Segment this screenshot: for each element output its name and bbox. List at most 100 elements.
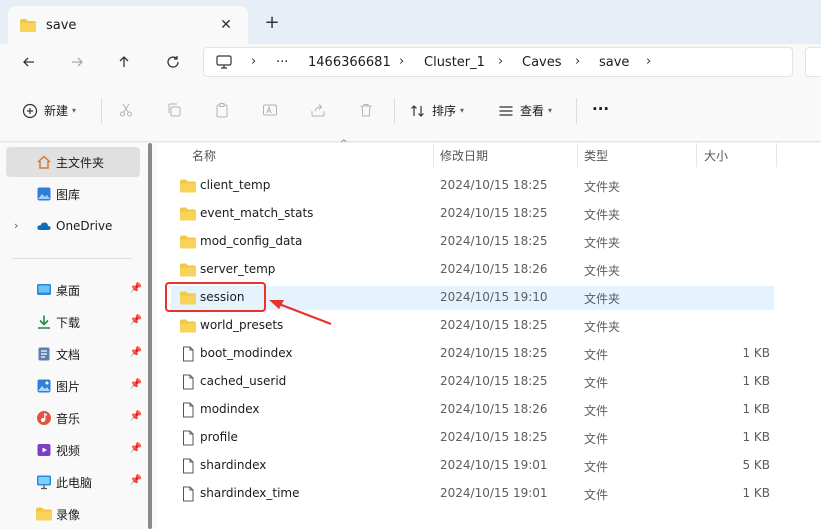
sidebar-item-label: 此电脑 <box>56 475 93 490</box>
sidebar-item-label: 图片 <box>56 379 81 394</box>
file-type: 文件 <box>584 488 609 502</box>
breadcrumb-1466366681[interactable]: 1466366681 <box>308 55 391 70</box>
column-header-size[interactable]: 大小 <box>704 143 728 167</box>
address-row: › ··· 1466366681 › Cluster_1 › Caves › s… <box>0 44 821 80</box>
sidebar-item-home[interactable]: 主文件夹 <box>6 147 140 177</box>
sidebar-item-videos[interactable]: 视频 📌 <box>6 435 142 465</box>
file-icon <box>183 374 194 390</box>
sidebar-item-recordings[interactable]: 录像 <box>6 499 140 529</box>
annotation-highlight-box <box>165 282 266 312</box>
view-button[interactable]: 查看 ▾ <box>498 102 552 119</box>
new-tab-button[interactable]: + <box>262 12 282 33</box>
column-header-type[interactable]: 类型 <box>584 143 608 167</box>
copy-button[interactable] <box>166 102 182 118</box>
up-button[interactable] <box>111 50 137 74</box>
sidebar-item-downloads[interactable]: 下载 📌 <box>6 307 142 337</box>
column-size-label: 大小 <box>704 148 729 163</box>
close-tab-icon[interactable]: ✕ <box>216 17 236 33</box>
paste-button[interactable] <box>214 102 230 118</box>
address-bar[interactable]: › ··· 1466366681 › Cluster_1 › Caves › s… <box>203 47 793 77</box>
folder-icon <box>180 235 196 249</box>
column-divider[interactable] <box>696 143 697 167</box>
sidebar-item-label: 音乐 <box>56 411 81 426</box>
search-box[interactable] <box>805 47 821 77</box>
table-row[interactable]: boot_modindex 2024/10/15 18:25 文件 1 KB <box>171 342 774 366</box>
file-size: 1 KB <box>742 402 770 416</box>
video-icon <box>37 444 51 456</box>
desktop-icon <box>37 284 51 295</box>
delete-button[interactable] <box>358 102 374 118</box>
trash-icon <box>360 104 372 117</box>
table-row[interactable]: cached_userid 2024/10/15 18:25 文件 1 KB <box>171 370 774 394</box>
breadcrumb-separator[interactable]: › <box>575 54 580 69</box>
file-size: 1 KB <box>742 374 770 388</box>
forward-button[interactable] <box>64 50 90 74</box>
file-modified: 2024/10/15 18:25 <box>440 206 548 220</box>
table-row[interactable]: server_temp 2024/10/15 18:26 文件夹 <box>171 258 774 282</box>
breadcrumb-separator[interactable]: › <box>498 54 503 69</box>
column-name-label: 名称 <box>192 148 217 163</box>
sidebar-item-gallery[interactable]: 图库 <box>6 179 140 209</box>
sidebar-item-desktop[interactable]: 桌面 📌 <box>6 275 142 305</box>
column-divider[interactable] <box>433 143 434 167</box>
file-icon <box>183 486 194 502</box>
file-size: 1 KB <box>742 346 770 360</box>
folder-icon <box>180 319 196 333</box>
column-divider[interactable] <box>577 143 578 167</box>
sidebar-item-this-pc[interactable]: 此电脑 📌 <box>6 467 142 497</box>
folder-icon <box>180 207 196 221</box>
computer-icon <box>37 475 51 490</box>
breadcrumb-cluster[interactable]: Cluster_1 <box>424 55 485 70</box>
arrow-up-icon <box>119 56 129 67</box>
column-header-name[interactable]: 名称 ^ <box>192 139 348 167</box>
cut-button[interactable] <box>118 102 134 118</box>
sort-button[interactable]: 排序 ▾ <box>410 102 464 119</box>
file-name: boot_modindex <box>200 346 293 360</box>
file-modified: 2024/10/15 18:26 <box>440 262 548 276</box>
tab-title: save <box>46 17 77 33</box>
table-row[interactable]: shardindex_time 2024/10/15 19:01 文件 1 KB <box>171 482 774 506</box>
rename-button[interactable] <box>262 102 278 118</box>
share-icon <box>311 104 325 117</box>
breadcrumb-caves[interactable]: Caves <box>522 55 562 70</box>
table-row[interactable]: mod_config_data 2024/10/15 18:25 文件夹 <box>171 230 774 254</box>
annotation-arrow-icon <box>269 300 332 326</box>
file-name: server_temp <box>200 262 276 276</box>
back-button[interactable] <box>16 50 42 74</box>
folder-icon <box>36 507 52 521</box>
table-row[interactable]: shardindex 2024/10/15 19:01 文件 5 KB <box>171 454 774 478</box>
pin-icon: 📌 <box>129 347 142 358</box>
column-divider[interactable] <box>776 143 777 167</box>
sidebar-item-documents[interactable]: 文档 📌 <box>6 339 142 369</box>
document-icon <box>38 347 50 361</box>
breadcrumb-separator[interactable]: › <box>399 54 404 69</box>
file-modified: 2024/10/15 18:25 <box>440 178 548 192</box>
sidebar-item-onedrive[interactable]: OneDrive <box>6 211 140 241</box>
file-name: event_match_stats <box>200 206 314 220</box>
more-options-button[interactable]: ··· <box>592 100 609 118</box>
sidebar-item-music[interactable]: 音乐 📌 <box>6 403 142 433</box>
breadcrumb-save[interactable]: save <box>599 55 629 70</box>
column-header-modified[interactable]: 修改日期 <box>440 143 488 167</box>
table-row[interactable]: profile 2024/10/15 18:25 文件 1 KB <box>171 426 774 450</box>
table-row[interactable]: modindex 2024/10/15 18:26 文件 1 KB <box>171 398 774 422</box>
breadcrumb-separator[interactable]: › <box>646 54 651 69</box>
refresh-button[interactable] <box>160 50 186 74</box>
share-button[interactable] <box>310 102 326 118</box>
sort-label: 排序 <box>432 104 457 118</box>
sidebar-item-pictures[interactable]: 图片 📌 <box>6 371 142 401</box>
table-row[interactable]: world_presets 2024/10/15 18:25 文件夹 <box>171 314 774 338</box>
new-button[interactable]: 新建 ▾ <box>22 102 76 119</box>
sort-icon <box>411 104 424 117</box>
chevron-down-icon: ▾ <box>548 106 553 115</box>
table-row[interactable]: client_temp 2024/10/15 18:25 文件夹 <box>171 174 774 198</box>
breadcrumb-overflow[interactable]: ··· <box>276 55 288 70</box>
file-size: 5 KB <box>742 458 770 472</box>
clipboard-icon <box>216 103 228 118</box>
table-row[interactable]: event_match_stats 2024/10/15 18:25 文件夹 <box>171 202 774 226</box>
rename-icon <box>263 104 277 116</box>
tab-save[interactable]: save ✕ <box>8 6 248 44</box>
sidebar-scrollbar[interactable] <box>148 143 152 529</box>
folder-icon <box>180 263 196 277</box>
home-icon <box>37 155 51 169</box>
